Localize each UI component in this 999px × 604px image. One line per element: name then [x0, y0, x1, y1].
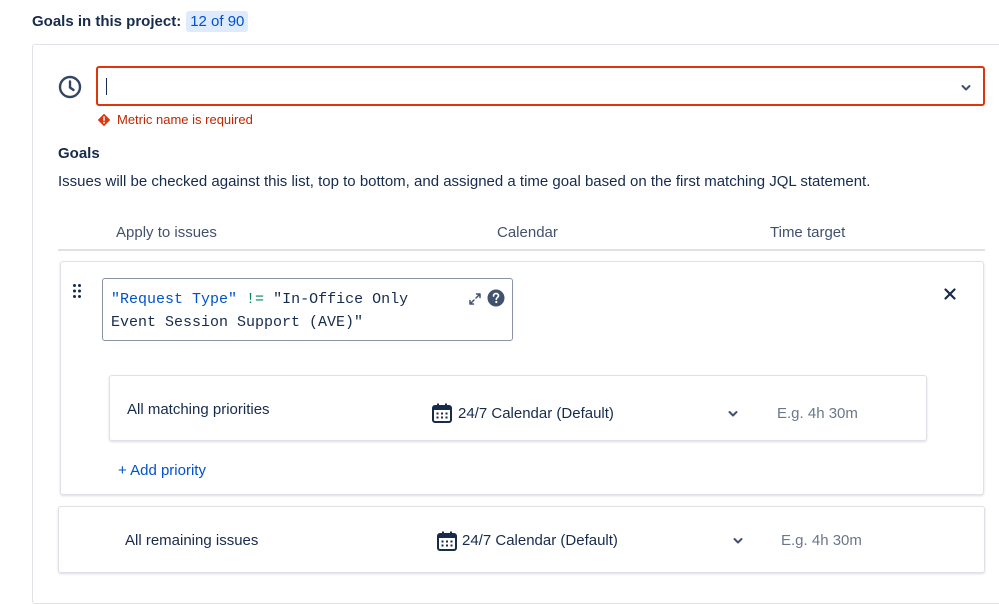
jql-editor[interactable]: "Request Type" != "In-Office Only Event …	[102, 278, 513, 341]
column-divider	[58, 249, 985, 251]
error-message: Metric name is required	[117, 112, 253, 127]
time-target-input[interactable]: E.g. 4h 30m	[781, 532, 862, 549]
goals-count-label: Goals in this project:	[32, 13, 182, 30]
clock-icon	[58, 75, 82, 99]
remaining-label: All remaining issues	[125, 532, 259, 549]
column-apply-to-issues: Apply to issues	[116, 224, 217, 241]
column-calendar: Calendar	[497, 224, 558, 241]
priority-row: All matching priorities 24/7 Calendar (D…	[109, 375, 927, 441]
chevron-down-icon[interactable]	[732, 535, 744, 547]
add-priority-link[interactable]: + Add priority	[118, 462, 206, 479]
goals-header: Goals in this project: 12 of 90	[32, 11, 249, 32]
column-time-target: Time target	[770, 224, 846, 241]
calendar-select[interactable]: 24/7 Calendar (Default)	[458, 405, 614, 422]
jql-field: "Request Type"	[111, 291, 238, 308]
calendar-icon	[437, 531, 457, 551]
close-icon[interactable]	[944, 288, 956, 300]
remaining-issues-row: All remaining issues 24/7 Calendar (Defa…	[58, 506, 985, 573]
calendar-icon	[432, 403, 452, 423]
expand-icon[interactable]	[468, 292, 482, 306]
goals-title: Goals	[58, 145, 100, 162]
jql-operator: !=	[246, 291, 265, 308]
help-icon[interactable]	[487, 289, 505, 307]
jql-query: "Request Type" != "In-Office Only Event …	[111, 288, 461, 334]
chevron-down-icon[interactable]	[960, 82, 972, 94]
goals-description: Issues will be checked against this list…	[58, 173, 871, 190]
chevron-down-icon[interactable]	[727, 408, 739, 420]
text-caret	[106, 78, 107, 95]
metric-name-select[interactable]	[96, 66, 985, 106]
priority-label: All matching priorities	[127, 401, 270, 418]
time-target-input[interactable]: E.g. 4h 30m	[777, 405, 858, 422]
drag-handle-icon[interactable]	[72, 283, 82, 299]
goals-count-badge: 12 of 90	[186, 11, 249, 32]
error-icon	[97, 113, 111, 126]
calendar-select[interactable]: 24/7 Calendar (Default)	[462, 532, 618, 549]
metric-error: Metric name is required	[97, 112, 253, 127]
